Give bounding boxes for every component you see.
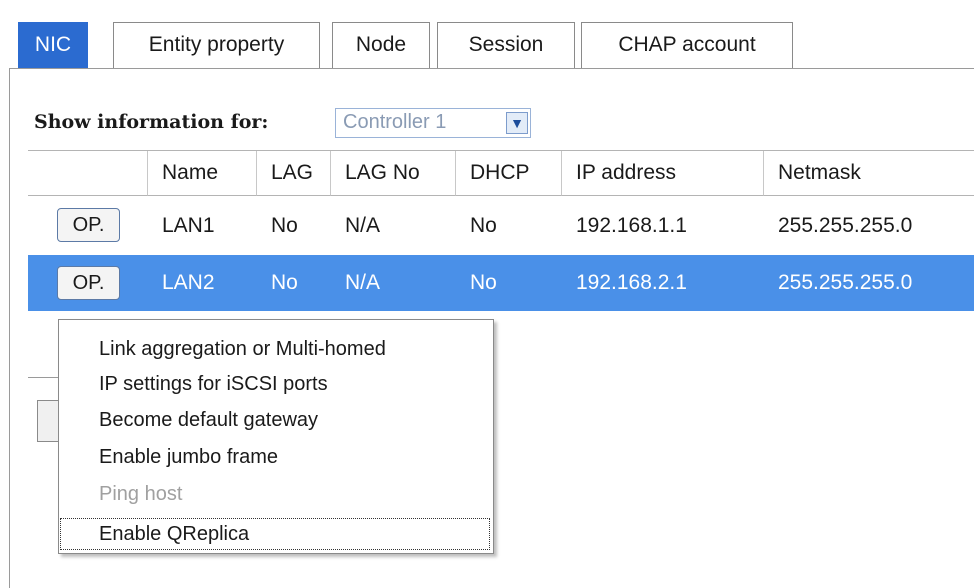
cell-name: LAN2	[162, 271, 215, 294]
controller-select[interactable]: Controller 1 ▼	[335, 108, 531, 138]
cell-lag: No	[271, 214, 298, 237]
op-button[interactable]: OP.	[57, 208, 120, 242]
controller-select-value: Controller 1	[343, 111, 447, 133]
table-row[interactable]: OP. LAN1 No N/A No 192.168.1.1 255.255.2…	[28, 197, 974, 255]
menu-item-jumbo-frame[interactable]: Enable jumbo frame	[60, 441, 490, 473]
tab-chap-account[interactable]: CHAP account	[581, 22, 793, 68]
cell-lag-no: N/A	[345, 271, 381, 294]
column-header-ip-address[interactable]: IP address	[562, 151, 764, 196]
menu-item-ip-settings[interactable]: IP settings for iSCSI ports	[60, 368, 490, 400]
column-header-name[interactable]: Name	[148, 151, 257, 196]
cell-dhcp: No	[470, 214, 497, 237]
nic-table: Name LAG LAG No DHCP IP address Netmask …	[28, 150, 974, 311]
tab-entity-property[interactable]: Entity property	[113, 22, 320, 68]
cell-ip-address: 192.168.1.1	[576, 214, 687, 237]
chevron-down-icon[interactable]: ▼	[506, 112, 528, 134]
column-header-op	[28, 151, 148, 196]
cell-netmask: 255.255.255.0	[778, 214, 913, 237]
cell-netmask: 255.255.255.0	[778, 271, 913, 294]
column-header-dhcp[interactable]: DHCP	[456, 151, 562, 196]
cell-lag-no: N/A	[345, 214, 381, 237]
menu-item-default-gateway[interactable]: Become default gateway	[60, 404, 490, 436]
op-context-menu: Link aggregation or Multi-homed IP setti…	[58, 319, 494, 554]
menu-item-link-aggregation[interactable]: Link aggregation or Multi-homed	[60, 333, 490, 365]
cell-name: LAN1	[162, 214, 215, 237]
cell-dhcp: No	[470, 271, 497, 294]
menu-item-ping-host: Ping host	[99, 483, 183, 505]
column-header-lag[interactable]: LAG	[257, 151, 331, 196]
tab-session[interactable]: Session	[437, 22, 575, 68]
show-information-label: Show information for:	[34, 111, 269, 133]
tab-node[interactable]: Node	[332, 22, 430, 68]
tab-nic[interactable]: NIC	[18, 22, 88, 68]
column-header-lag-no[interactable]: LAG No	[331, 151, 456, 196]
op-button[interactable]: OP.	[57, 266, 120, 300]
table-header-row: Name LAG LAG No DHCP IP address Netmask	[28, 151, 974, 196]
cell-ip-address: 192.168.2.1	[576, 271, 687, 294]
cell-lag: No	[271, 271, 298, 294]
menu-item-enable-qreplica[interactable]: Enable QReplica	[60, 518, 490, 550]
table-row-selected[interactable]: OP. LAN2 No N/A No 192.168.2.1 255.255.2…	[28, 255, 974, 311]
column-header-netmask[interactable]: Netmask	[764, 151, 974, 196]
